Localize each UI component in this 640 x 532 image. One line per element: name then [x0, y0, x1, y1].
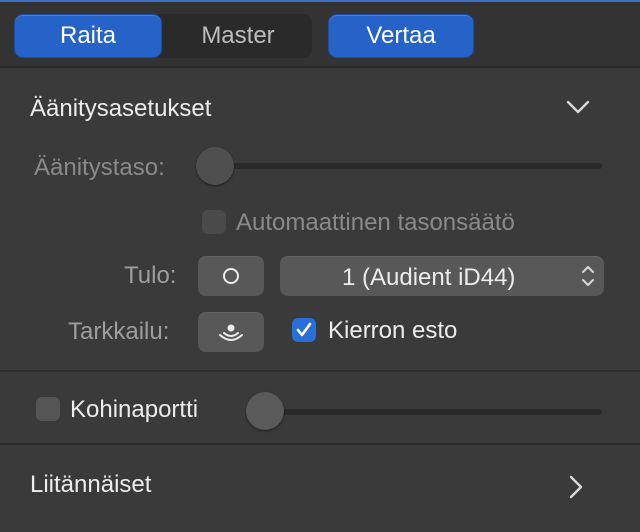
view-segmented-control: Raita Master — [14, 14, 312, 58]
recording-level-label: Äänitystaso: — [34, 154, 165, 181]
recording-level-knob[interactable] — [196, 147, 234, 185]
input-label: Tulo: — [124, 262, 177, 289]
monitor-label: Tarkkailu: — [68, 318, 170, 345]
section-divider-2 — [0, 443, 640, 445]
chevron-right-icon[interactable] — [568, 474, 584, 500]
compare-button[interactable]: Vertaa — [328, 14, 474, 58]
chevron-down-icon[interactable] — [566, 99, 590, 115]
monitoring-icon — [219, 324, 243, 341]
recording-settings-title[interactable]: Äänitysasetukset — [30, 95, 211, 123]
tab-master[interactable]: Master — [164, 14, 312, 58]
input-select[interactable]: 1 (Audient iD44) — [280, 256, 604, 296]
checkmark-icon — [296, 322, 312, 337]
chevron-updown-icon — [582, 266, 594, 286]
plugins-title[interactable]: Liitännäiset — [30, 471, 151, 499]
monitor-button[interactable] — [198, 312, 264, 352]
recording-level-track[interactable] — [196, 163, 602, 169]
input-select-value: 1 (Audient iD44) — [342, 264, 516, 291]
noise-gate-knob[interactable] — [246, 392, 284, 430]
tab-track[interactable]: Raita — [14, 14, 162, 58]
header-bar: Raita Master Vertaa — [0, 2, 640, 66]
auto-level-label: Automaattinen tasonsäätö — [236, 209, 515, 236]
feedback-protection-checkbox[interactable] — [292, 318, 316, 342]
section-divider-1 — [0, 370, 640, 372]
header-divider — [0, 66, 640, 68]
mono-circle-icon — [223, 268, 239, 284]
input-format-button[interactable] — [198, 256, 264, 296]
noise-gate-label: Kohinaportti — [70, 396, 199, 423]
feedback-protection-label: Kierron esto — [328, 317, 458, 344]
noise-gate-track[interactable] — [246, 409, 602, 415]
noise-gate-checkbox[interactable] — [36, 397, 60, 421]
auto-level-checkbox[interactable] — [202, 210, 226, 234]
